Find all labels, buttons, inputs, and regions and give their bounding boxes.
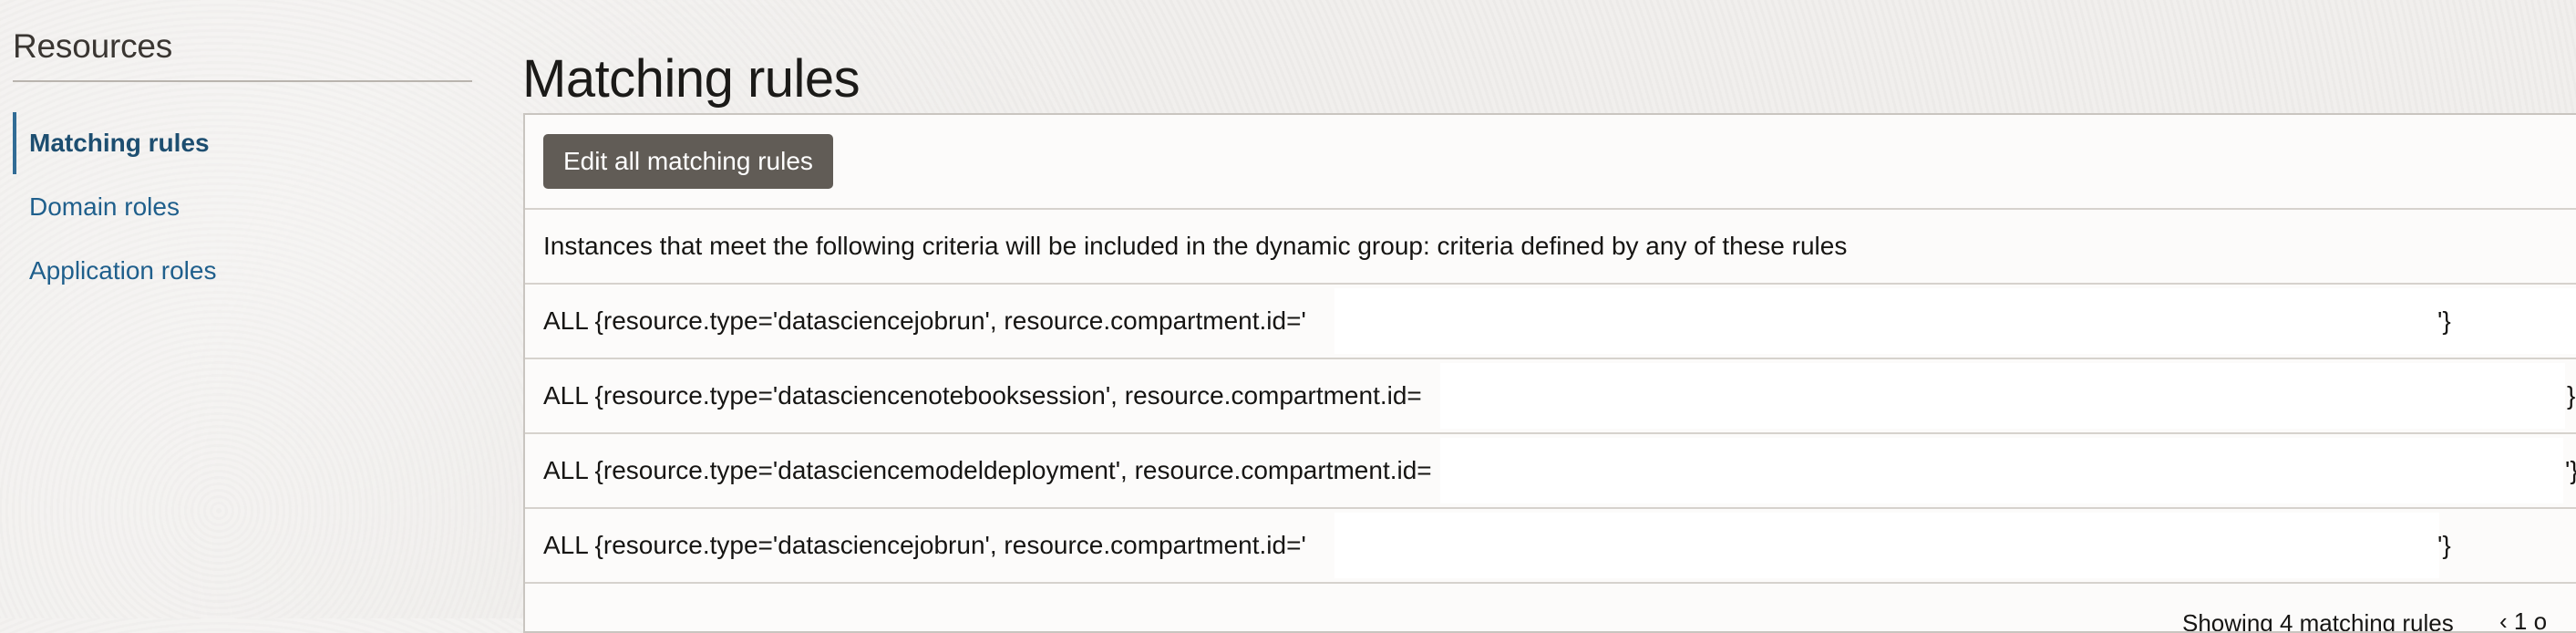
redaction-mask: [1440, 438, 2563, 503]
matching-rules-panel: Edit all matching rules Instances that m…: [523, 113, 2576, 633]
rule-text: ALL {resource.type='datasciencejobrun', …: [543, 531, 1306, 559]
rules-list: ALL {resource.type='datasciencejobrun', …: [525, 285, 2576, 584]
page-title: Matching rules: [522, 48, 860, 109]
sidebar-title: Resources: [13, 27, 472, 82]
rule-row: ALL {resource.type='datasciencenotebooks…: [525, 359, 2576, 434]
rule-suffix: '}: [2437, 306, 2451, 335]
rule-suffix: '}: [2565, 456, 2576, 484]
redaction-mask: [1334, 513, 2439, 578]
redaction-mask: [1440, 363, 2565, 429]
rule-row: ALL {resource.type='datasciencejobrun', …: [525, 285, 2576, 359]
rules-footer: Showing 4 matching rules ‹ 1 o: [525, 584, 2576, 633]
panel-toolbar: Edit all matching rules: [525, 115, 2576, 210]
rule-suffix: '}: [2437, 531, 2451, 559]
rule-row: ALL {resource.type='datasciencemodeldepl…: [525, 434, 2576, 509]
redaction-mask: [1334, 288, 2576, 354]
pagination-control[interactable]: ‹ 1 o: [2499, 607, 2547, 631]
rule-suffix: }: [2567, 381, 2576, 410]
rule-text: ALL {resource.type='datasciencemodeldepl…: [543, 456, 1432, 484]
rule-text: ALL {resource.type='datasciencejobrun', …: [543, 306, 1306, 335]
rule-row: ALL {resource.type='datasciencejobrun', …: [525, 509, 2576, 584]
rules-count: Showing 4 matching rules: [2182, 609, 2454, 633]
sidebar-item-application-roles[interactable]: Application roles: [13, 239, 472, 303]
resources-sidebar: Resources Matching rules Domain roles Ap…: [13, 27, 472, 303]
criteria-description: Instances that meet the following criter…: [525, 210, 2576, 285]
sidebar-item-matching-rules[interactable]: Matching rules: [13, 111, 472, 175]
rule-text: ALL {resource.type='datasciencenotebooks…: [543, 381, 1422, 410]
edit-all-matching-rules-button[interactable]: Edit all matching rules: [543, 134, 833, 189]
sidebar-nav: Matching rules Domain roles Application …: [13, 111, 472, 303]
sidebar-item-domain-roles[interactable]: Domain roles: [13, 175, 472, 239]
